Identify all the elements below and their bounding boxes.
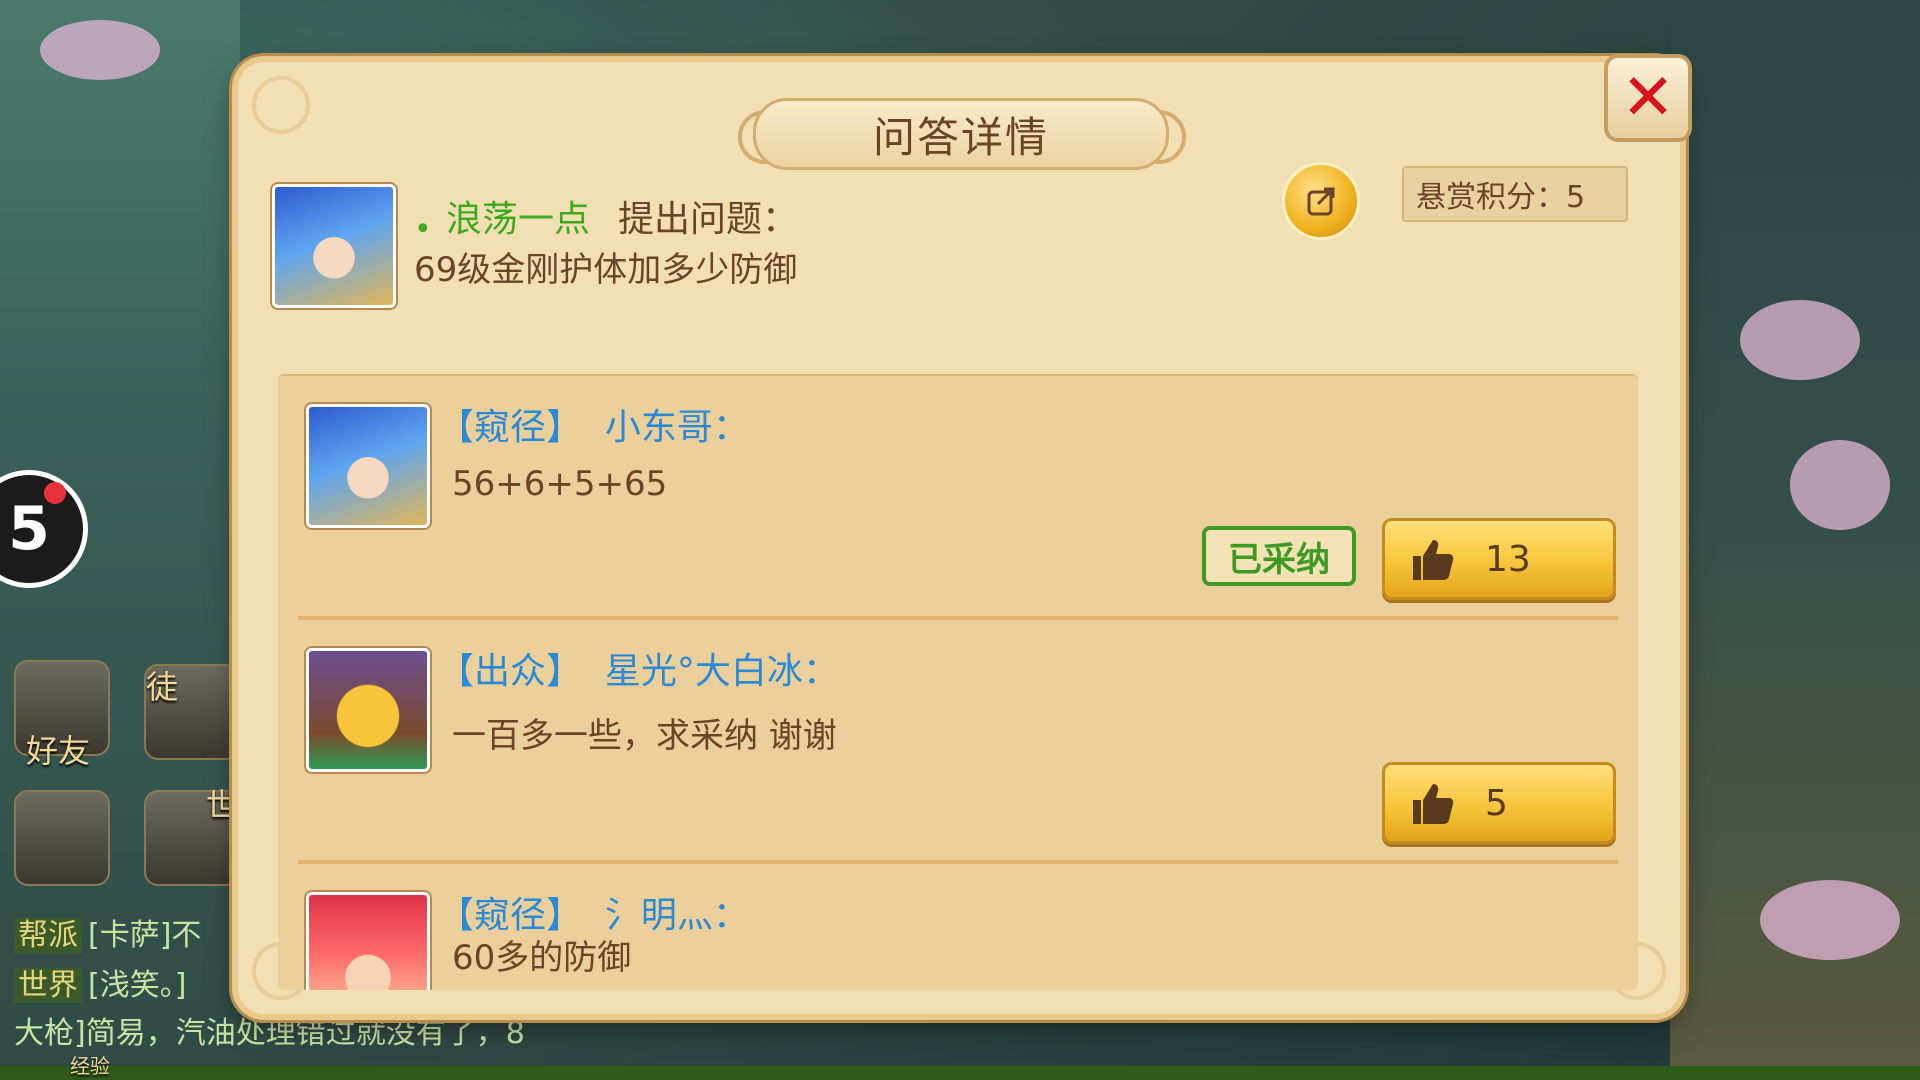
reward-points: 悬赏积分：5 <box>1402 166 1628 222</box>
qa-detail-dialog: 问答详情 ✕ • 浪荡一点 提出问题： 69级金刚护体加多少防御 悬赏积分：5 … <box>238 54 1692 1014</box>
world-label: 世 <box>206 786 239 824</box>
answerer-name[interactable]: 【出众】 星光°大白冰： <box>438 642 839 694</box>
like-count: 5 <box>1485 782 1508 824</box>
notification-dot <box>44 482 66 504</box>
answers-list[interactable]: 【窥径】 小东哥： 56+6+5+65 已采纳 13 【出众】 星光°大白冰： … <box>278 374 1638 990</box>
share-button[interactable] <box>1282 162 1360 240</box>
share-icon <box>1307 187 1335 216</box>
asker-name[interactable]: 浪荡一点 <box>446 190 590 242</box>
answer-text: 56+6+5+65 <box>452 464 668 504</box>
answer-item: 【出众】 星光°大白冰： 一百多一些，求采纳 谢谢 5 <box>278 620 1638 864</box>
corner-ornament <box>252 76 310 134</box>
answerer-name[interactable]: 【窥径】 小东哥： <box>438 398 749 450</box>
thumbs-up-icon <box>1407 534 1457 584</box>
adopted-badge: 已采纳 <box>1202 526 1356 586</box>
blossom-decoration <box>1790 440 1890 530</box>
answerer-avatar[interactable] <box>306 892 430 990</box>
chat-line: 帮派 [卡萨]不 <box>14 910 201 954</box>
blossom-decoration <box>40 20 160 80</box>
like-count: 13 <box>1485 538 1531 580</box>
dialog-title: 问答详情 <box>753 98 1169 170</box>
friends-label: 好友 <box>26 732 91 770</box>
answer-text: 60多的防御 <box>452 938 632 978</box>
exp-label: 经验 <box>70 1054 110 1078</box>
answerer-avatar[interactable] <box>306 648 430 772</box>
answer-text: 一百多一些，求采纳 谢谢 <box>452 716 837 756</box>
close-button[interactable]: ✕ <box>1604 54 1692 142</box>
asker-suffix: 提出问题： <box>618 199 799 240</box>
question-text: 69级金刚护体加多少防御 <box>414 250 798 290</box>
like-button[interactable]: 13 <box>1382 518 1616 600</box>
asker-avatar[interactable] <box>272 184 396 308</box>
thumbs-up-icon <box>1407 778 1457 828</box>
chat-line: 世界 [浅笑。] <box>14 960 186 1004</box>
close-icon: ✕ <box>1621 61 1675 135</box>
blossom-decoration <box>1740 300 1860 380</box>
like-button[interactable]: 5 <box>1382 762 1616 844</box>
chat-line: 大枪]简易，汽油处理错过就没有了，8 <box>14 1016 525 1051</box>
chat-button[interactable] <box>14 790 110 886</box>
apprentice-label: 徒 <box>146 668 179 706</box>
activity-badge-number: 5 <box>8 494 50 564</box>
answerer-avatar[interactable] <box>306 404 430 528</box>
blossom-decoration <box>1760 880 1900 960</box>
exp-bar <box>0 1066 1920 1080</box>
answer-item: 【窥径】 小东哥： 56+6+5+65 已采纳 13 <box>278 376 1638 620</box>
answer-item: 【窥径】 氵明灬： 60多的防御 <box>278 864 1638 990</box>
